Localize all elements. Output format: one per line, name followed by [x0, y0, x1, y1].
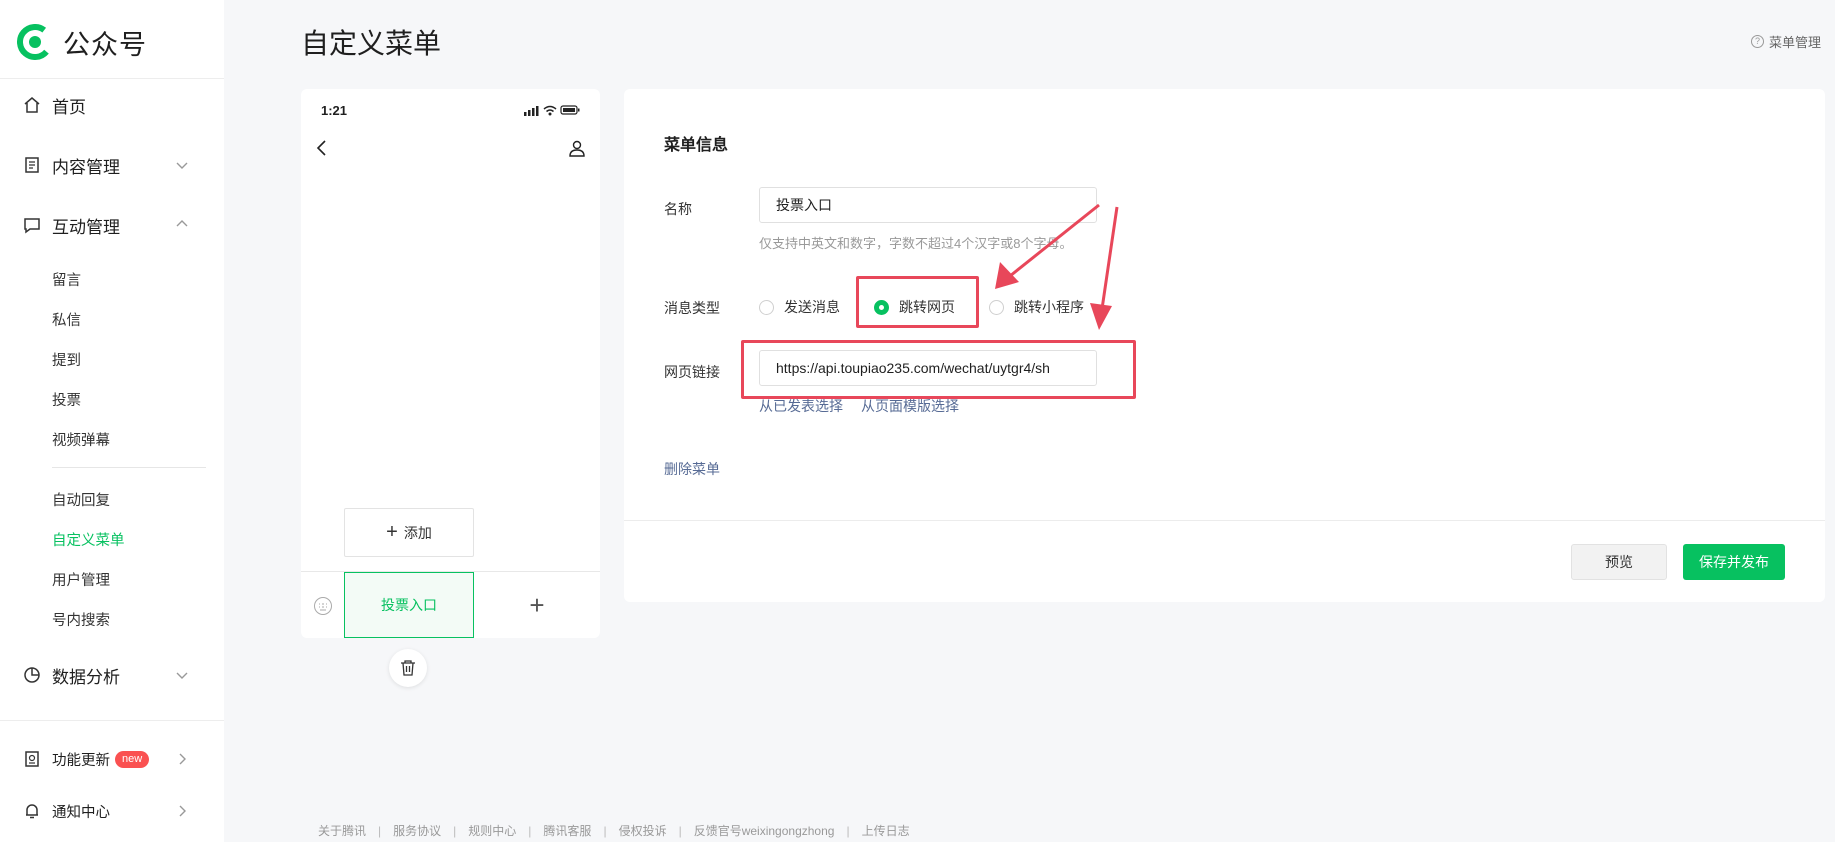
delete-menu-link[interactable]: 删除菜单 — [664, 459, 720, 479]
sidebar-item-interaction[interactable]: 互动管理 — [22, 210, 120, 240]
radio-jump-webpage[interactable]: 跳转网页 — [874, 297, 955, 317]
sidebar-item-label: 首页 — [52, 97, 86, 117]
sidebar-sub-votes[interactable]: 投票 — [52, 389, 81, 410]
footer-link-support[interactable]: 腾讯客服 — [543, 822, 591, 839]
sidebar: 公众号 首页 内容管理 互动管理 留言 私信 提到 投票 视频弹幕 自动回复 自… — [0, 0, 224, 842]
sidebar-item-label: 数据分析 — [52, 667, 120, 687]
user-profile-icon[interactable] — [568, 139, 586, 157]
sidebar-item-updates[interactable]: 功能更新 new — [22, 744, 150, 774]
url-label: 网页链接 — [664, 364, 720, 380]
footer: 关于腾讯 | 服务协议 | 规则中心 | 腾讯客服 | 侵权投诉 | 反馈官号w… — [318, 822, 910, 839]
back-arrow-icon[interactable] — [315, 139, 329, 157]
update-icon — [22, 749, 42, 769]
footer-separator: | — [453, 823, 457, 838]
webpage-url-input[interactable] — [759, 350, 1097, 386]
footer-link-about[interactable]: 关于腾讯 — [318, 822, 366, 839]
footer-link-rules[interactable]: 规则中心 — [468, 822, 516, 839]
sidebar-item-notifications[interactable]: 通知中心 — [22, 796, 110, 826]
section-title: 菜单信息 — [664, 137, 729, 154]
footer-separator: | — [378, 823, 382, 838]
menu-name-input[interactable] — [759, 187, 1097, 223]
phone-status-icons — [524, 105, 580, 116]
sidebar-sub-mentions[interactable]: 提到 — [52, 349, 81, 370]
sidebar-sub-comments[interactable]: 留言 — [52, 269, 81, 290]
brand-logo[interactable]: 公众号 — [17, 22, 147, 62]
question-icon: ? — [1750, 35, 1764, 48]
preview-button[interactable]: 预览 — [1571, 544, 1667, 580]
pie-chart-icon — [22, 665, 42, 685]
keyboard-icon[interactable] — [313, 596, 333, 616]
select-from-template-link[interactable]: 从页面模版选择 — [861, 396, 959, 416]
sidebar-sub-user-management[interactable]: 用户管理 — [52, 569, 110, 590]
message-type-label: 消息类型 — [664, 300, 720, 316]
sidebar-sub-search[interactable]: 号内搜索 — [52, 609, 110, 630]
menu-item-vote-entry[interactable]: 投票入口 — [344, 572, 474, 638]
page-title: 自定义菜单 — [301, 28, 442, 59]
phone-preview: 1:21 + 添加 投票入口 + — [301, 89, 600, 638]
sidebar-sub-auto-reply[interactable]: 自动回复 — [52, 489, 110, 510]
save-publish-button[interactable]: 保存并发布 — [1683, 544, 1785, 580]
phone-time: 1:21 — [321, 103, 348, 118]
radio-label: 跳转小程序 — [1014, 299, 1084, 315]
sidebar-item-content[interactable]: 内容管理 — [22, 150, 120, 180]
new-badge: new — [115, 750, 150, 768]
select-from-published-link[interactable]: 从已发表选择 — [759, 396, 843, 416]
chevron-down-icon[interactable] — [175, 158, 189, 172]
footer-separator: | — [528, 823, 532, 838]
comment-icon — [22, 215, 42, 235]
sidebar-item-analytics[interactable]: 数据分析 — [22, 660, 120, 690]
menu-info-card: 菜单信息 名称 仅支持中英文和数字，字数不超过4个汉字或8个字母。 消息类型 发… — [624, 89, 1825, 602]
radio-dot — [989, 299, 1004, 315]
footer-link-upload-log[interactable]: 上传日志 — [862, 822, 910, 839]
wechat-logo-icon — [17, 24, 53, 60]
add-label: 添加 — [403, 524, 432, 541]
sidebar-sub-custom-menu[interactable]: 自定义菜单 — [52, 529, 125, 550]
phone-menu-bar: 投票入口 + — [301, 571, 600, 638]
trash-icon — [401, 660, 415, 676]
sidebar-divider — [0, 78, 224, 79]
home-icon — [22, 95, 42, 115]
sidebar-item-label: 通知中心 — [52, 804, 110, 821]
sidebar-divider — [0, 720, 224, 721]
footer-separator: | — [678, 823, 682, 838]
add-menu-button[interactable]: + — [474, 572, 600, 638]
radio-dot — [759, 299, 774, 315]
sidebar-item-label: 功能更新 — [52, 752, 110, 769]
chevron-up-icon[interactable] — [175, 217, 189, 231]
sidebar-sub-divider — [52, 467, 206, 468]
sidebar-sub-danmaku[interactable]: 视频弹幕 — [52, 429, 110, 450]
radio-send-message[interactable]: 发送消息 — [759, 297, 840, 317]
radio-dot — [874, 299, 889, 315]
delete-menu-trash-button[interactable] — [389, 649, 427, 687]
radio-jump-miniprogram[interactable]: 跳转小程序 — [989, 297, 1084, 317]
footer-link-complaint[interactable]: 侵权投诉 — [619, 822, 667, 839]
chevron-right-icon[interactable] — [175, 752, 189, 766]
plus-icon: + — [386, 521, 398, 543]
document-icon — [22, 155, 42, 175]
card-divider — [624, 520, 1825, 521]
chevron-right-icon[interactable] — [175, 804, 189, 818]
brand-name: 公众号 — [63, 29, 147, 60]
name-hint: 仅支持中英文和数字，字数不超过4个汉字或8个字母。 — [759, 236, 1073, 251]
footer-separator: | — [603, 823, 607, 838]
sidebar-item-home[interactable]: 首页 — [22, 90, 86, 120]
footer-separator: | — [846, 823, 850, 838]
bell-icon — [22, 801, 42, 821]
radio-label: 发送消息 — [784, 299, 840, 315]
sidebar-sub-messages[interactable]: 私信 — [52, 309, 81, 330]
help-label: 菜单管理 — [1768, 35, 1821, 50]
name-label: 名称 — [664, 201, 692, 217]
sidebar-item-label: 内容管理 — [52, 157, 120, 177]
footer-link-feedback[interactable]: 反馈官号weixingongzhong — [694, 822, 835, 839]
radio-label: 跳转网页 — [899, 299, 955, 315]
chevron-down-icon[interactable] — [175, 668, 189, 682]
add-submenu-button[interactable]: + 添加 — [344, 508, 474, 557]
menu-management-help-link[interactable]: ? 菜单管理 — [1750, 32, 1821, 51]
footer-link-terms[interactable]: 服务协议 — [393, 822, 441, 839]
sidebar-item-label: 互动管理 — [52, 217, 120, 237]
